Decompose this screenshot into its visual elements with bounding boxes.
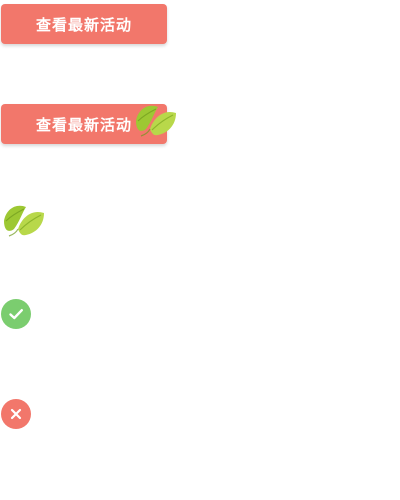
close-circle-icon (1, 399, 31, 429)
leaf-icon (132, 99, 180, 139)
view-latest-activity-button[interactable]: 查看最新活动 (1, 4, 167, 44)
leaf-icon (0, 199, 48, 239)
check-circle-icon (1, 299, 31, 329)
